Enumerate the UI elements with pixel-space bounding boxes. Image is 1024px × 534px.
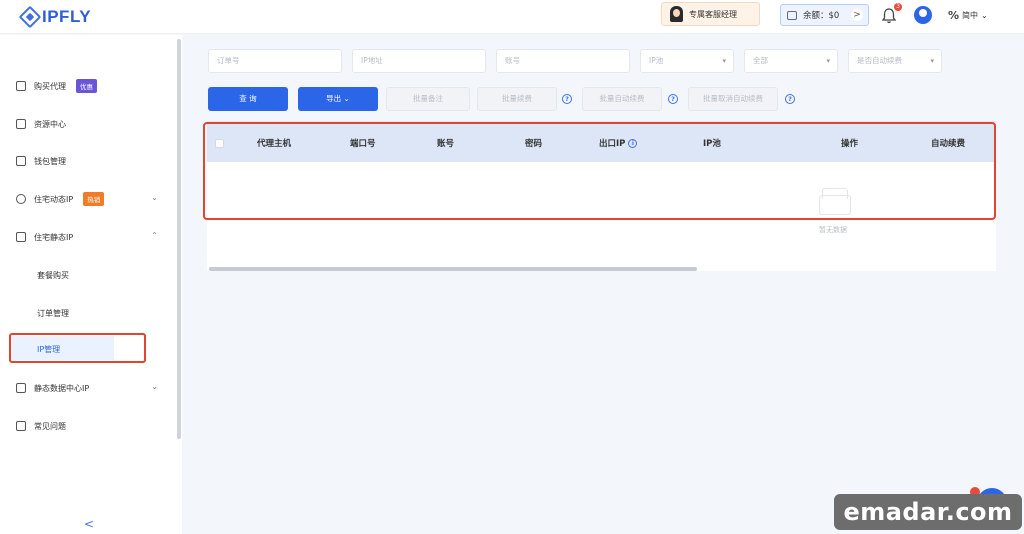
chevron-up-icon: ⌃ [151, 231, 158, 240]
sidebar-item-label: 钱包管理 [34, 156, 66, 166]
sidebar-item-wallet[interactable]: 钱包管理 [16, 151, 166, 171]
query-button[interactable]: 查 询 [208, 87, 288, 111]
manager-avatar-icon [670, 6, 683, 22]
grid-icon [16, 119, 26, 129]
translate-icon: % [948, 9, 960, 22]
balance-button[interactable]: 余额：$0 > [780, 4, 869, 26]
account-input[interactable]: 账号 [496, 49, 630, 73]
highlight-box [203, 122, 996, 220]
collapse-sidebar-icon[interactable]: < [84, 517, 94, 531]
batch-remark-button[interactable]: 批量备注 [386, 87, 470, 111]
highlight-box [9, 333, 146, 363]
question-icon [16, 421, 26, 431]
sidebar-subitem-package-purchase[interactable]: 套餐购买 [37, 270, 69, 281]
help-icon[interactable]: ? [668, 94, 678, 104]
sidebar-item-label: 住宅动态IP [34, 194, 74, 204]
sidebar-item-label: 住宅静态IP [34, 232, 74, 242]
order-number-input[interactable]: 订单号 [208, 49, 342, 73]
batch-renew-button[interactable]: 批量续费 [477, 87, 557, 111]
chevron-down-icon: ⌄ [151, 382, 158, 391]
sidebar-item-static-datacenter-ip[interactable]: 静态数据中心IP ⌄ [16, 378, 166, 398]
globe-icon [16, 194, 26, 204]
sidebar-item-buy-proxy[interactable]: 购买代理 优惠 [16, 76, 166, 96]
sidebar-item-label: 购买代理 [34, 81, 66, 91]
logo-text: IPFLY [42, 7, 92, 26]
help-icon[interactable]: ? [785, 94, 795, 104]
empty-state-text: 暂无数据 [819, 226, 847, 234]
chevron-down-icon: ⌄ [981, 11, 988, 20]
wallet-icon [16, 156, 26, 166]
sidebar-item-faq[interactable]: 常见问题 [16, 416, 166, 436]
horizontal-scrollbar[interactable] [209, 267, 697, 271]
batch-auto-renew-button[interactable]: 批量自动续费 [582, 87, 662, 111]
select-value: 是否自动续费 [857, 56, 902, 65]
logo-icon [18, 5, 42, 29]
language-selector[interactable]: % 简中 ⌄ [948, 9, 988, 22]
ip-address-input[interactable]: IP地址 [352, 49, 486, 73]
select-value: IP池 [649, 56, 664, 65]
ip-pool-select[interactable]: IP池 ▾ [640, 49, 734, 73]
sidebar [0, 35, 182, 534]
chevron-down-icon: ▾ [826, 57, 830, 65]
promo-badge: 优惠 [76, 79, 97, 93]
status-select[interactable]: 全部 ▾ [744, 49, 838, 73]
export-button[interactable]: 导出 ⌄ [298, 87, 378, 111]
hot-badge: 热销 [83, 192, 105, 206]
home-icon [16, 232, 26, 242]
sidebar-item-label: 资源中心 [34, 119, 66, 129]
help-icon[interactable]: ? [562, 94, 572, 104]
select-value: 全部 [753, 56, 768, 65]
account-manager-button[interactable]: 专属客服经理 [661, 2, 760, 26]
auto-renew-select[interactable]: 是否自动续费 ▾ [848, 49, 942, 73]
chevron-down-icon: ▾ [930, 57, 934, 65]
sidebar-item-residential-dynamic-ip[interactable]: 住宅动态IP 热销 ⌄ [16, 189, 166, 209]
chevron-right-icon: > [851, 9, 863, 21]
balance-label: 余额：$0 [803, 11, 840, 21]
batch-cancel-auto-renew-button[interactable]: 批量取消自动续费 [688, 87, 778, 111]
sidebar-item-resource-center[interactable]: 资源中心 [16, 114, 166, 134]
wallet-icon [787, 10, 797, 20]
cart-icon [16, 81, 26, 91]
sidebar-subitem-order-management[interactable]: 订单管理 [37, 308, 69, 319]
sidebar-item-label: 常见问题 [34, 421, 66, 431]
server-icon [16, 383, 26, 393]
watermark: emadar.com [834, 494, 1022, 530]
notification-badge: 3 [894, 3, 902, 11]
logo[interactable]: IPFLY [18, 5, 92, 29]
top-bar: IPFLY 专属客服经理 余额：$0 > 3 % 简中 ⌄ [0, 0, 1024, 34]
chevron-down-icon: ⌄ [151, 193, 158, 202]
user-avatar[interactable] [914, 6, 932, 24]
sidebar-scrollbar[interactable] [177, 39, 181, 439]
bell-icon[interactable] [882, 8, 896, 24]
sidebar-item-label: 静态数据中心IP [34, 383, 90, 393]
manager-label: 专属客服经理 [689, 9, 737, 19]
chevron-down-icon: ▾ [722, 57, 726, 65]
language-label: 简中 [962, 11, 979, 20]
sidebar-item-residential-static-ip[interactable]: 住宅静态IP ⌃ [16, 227, 166, 247]
